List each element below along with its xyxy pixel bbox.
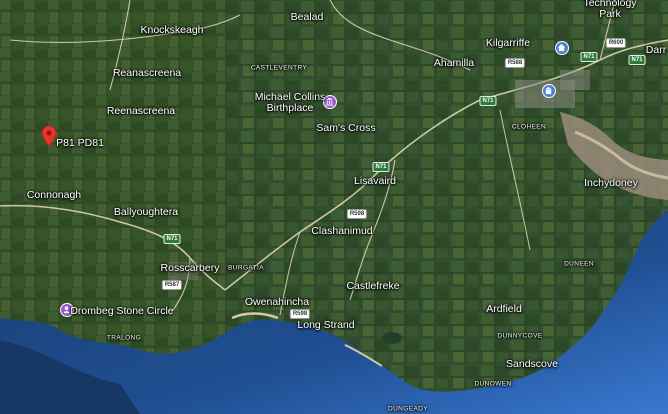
- place-label-rosscarbery: Rosscarbery: [160, 262, 220, 274]
- place-label-duneen: DUNEEN: [564, 260, 594, 268]
- pin-label: P81 PD81: [56, 137, 104, 149]
- place-label-sandscove: Sandscove: [506, 358, 558, 370]
- place-label-dunnycove: DUNNYCOVE: [497, 332, 543, 340]
- place-label-sams-cross: Sam's Cross: [316, 122, 376, 134]
- place-label-ardfield: Ardfield: [486, 303, 522, 315]
- road-shield-n71: N71: [479, 96, 497, 106]
- road-shield-n71: N71: [580, 52, 598, 62]
- place-label-bealad: Bealad: [290, 11, 324, 23]
- road-shield-r588: R588: [504, 58, 526, 68]
- place-label-technology-park: Technology Park: [583, 0, 637, 20]
- place-label-lisavaird: Lisavaird: [353, 175, 397, 187]
- place-label-cloheen: CLOHEEN: [511, 123, 547, 131]
- road-shield-n71: N71: [163, 234, 181, 244]
- place-label-tralong: TRALONG: [106, 334, 142, 342]
- place-label-reenascreena: Reenascreena: [106, 105, 176, 117]
- road-shield-r600: R600: [605, 38, 627, 48]
- place-label-darr: Darr: [645, 44, 667, 56]
- place-label-reanascreena: Reanascreena: [112, 67, 182, 79]
- church-icon[interactable]: [555, 41, 569, 55]
- place-label-castlefreke: Castlefreke: [346, 280, 400, 292]
- place-label-long-strand: Long Strand: [297, 319, 355, 331]
- road-shield-r598: R598: [346, 209, 368, 219]
- satellite-map[interactable]: P81 PD81 Bealad Technology Park Knockske…: [0, 0, 668, 414]
- poi-label-michael-collins: Michael Collins Birthplace: [254, 91, 326, 114]
- place-label-dunowen: DUNOWEN: [474, 380, 512, 388]
- building-icon[interactable]: [542, 84, 556, 98]
- road-shield-r598: R598: [289, 309, 311, 319]
- red-location-pin-icon[interactable]: [41, 125, 57, 151]
- map-base-layer: [0, 0, 668, 414]
- place-label-burgatia: BURGATIA: [228, 264, 264, 272]
- place-label-connonagh: Connonagh: [26, 189, 82, 201]
- place-label-clashanimud: Clashanimud: [311, 225, 373, 237]
- place-label-knockskeagh: Knockskeagh: [140, 24, 204, 36]
- poi-label-drombeg: Drombeg Stone Circle: [70, 305, 174, 317]
- road-shield-r587: R587: [161, 280, 183, 290]
- road-shield-n71: N71: [372, 162, 390, 172]
- place-label-ballyoughtera: Ballyoughtera: [113, 206, 179, 218]
- place-label-kilgarriffe: Kilgarriffe: [485, 37, 531, 49]
- place-label-inchydoney: Inchydoney: [584, 177, 638, 189]
- road-shield-n71: N71: [628, 55, 646, 65]
- place-label-dungeady: DUNGEADY: [387, 405, 429, 413]
- place-label-castleventry: CASTLEVENTRY: [250, 64, 308, 72]
- place-label-ahamilla: Ahamilla: [433, 57, 475, 69]
- place-label-owenahincha: Owenahincha: [244, 296, 310, 308]
